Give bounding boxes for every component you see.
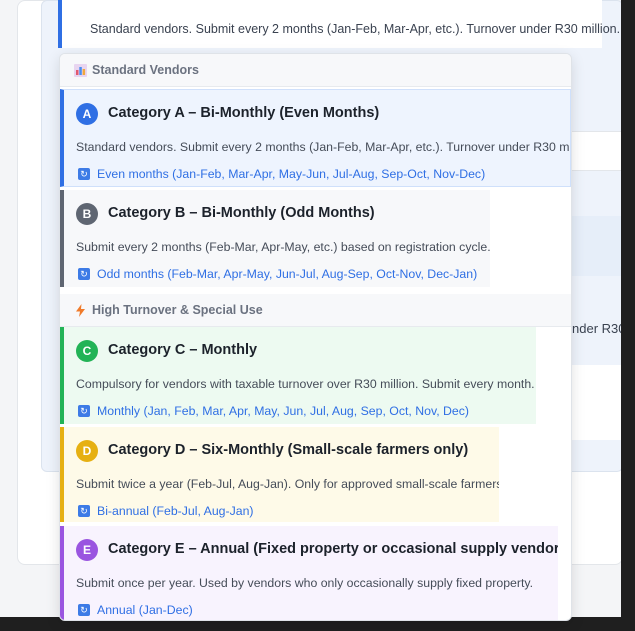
group-header-standard-vendors: Standard Vendors bbox=[60, 54, 571, 87]
category-title: Category B – Bi-Monthly (Odd Months) bbox=[108, 205, 375, 221]
category-option-b[interactable]: B Category B – Bi-Monthly (Odd Months) S… bbox=[60, 190, 490, 287]
category-option-c[interactable]: C Category C – Monthly Compulsory for ve… bbox=[60, 327, 536, 424]
lightning-icon bbox=[74, 303, 87, 317]
category-option-e[interactable]: E Category E – Annual (Fixed property or… bbox=[60, 526, 558, 620]
bar-chart-icon bbox=[74, 63, 87, 77]
category-badge: E bbox=[76, 539, 98, 561]
category-schedule: ↻ Bi-annual (Feb-Jul, Aug-Jan) bbox=[78, 504, 254, 518]
category-schedule: ↻ Odd months (Feb-Mar, Apr-May, Jun-Jul,… bbox=[78, 267, 477, 281]
group-header-label: Standard Vendors bbox=[92, 63, 199, 77]
category-description: Submit twice a year (Feb-Jul, Aug-Jan). … bbox=[76, 477, 499, 491]
selected-category-card[interactable]: Standard vendors. Submit every 2 months … bbox=[58, 0, 620, 48]
category-description: Compulsory for vendors with taxable turn… bbox=[76, 377, 535, 391]
category-option-a[interactable]: A Category A – Bi-Monthly (Even Months) … bbox=[60, 89, 571, 187]
category-description: Submit every 2 months (Feb-Mar, Apr-May,… bbox=[76, 240, 490, 254]
category-badge: D bbox=[76, 440, 98, 462]
group-header-label: High Turnover & Special Use bbox=[92, 303, 263, 317]
category-schedule-label: Annual (Jan-Dec) bbox=[97, 603, 193, 617]
category-schedule: ↻ Even months (Jan-Feb, Mar-Apr, May-Jun… bbox=[78, 167, 485, 181]
selected-category-desc: Standard vendors. Submit every 2 months … bbox=[90, 22, 621, 36]
background-text-fragment: nder R30 bbox=[572, 321, 621, 336]
category-description: Standard vendors. Submit every 2 months … bbox=[76, 140, 571, 154]
category-description: Submit once per year. Used by vendors wh… bbox=[76, 576, 534, 590]
category-schedule-label: Even months (Jan-Feb, Mar-Apr, May-Jun, … bbox=[97, 167, 486, 181]
category-badge: C bbox=[76, 340, 98, 362]
category-schedule-label: Odd months (Feb-Mar, Apr-May, Jun-Jul, A… bbox=[97, 267, 478, 281]
category-badge: B bbox=[76, 203, 98, 225]
category-title: Category A – Bi-Monthly (Even Months) bbox=[108, 105, 380, 121]
category-title: Category D – Six-Monthly (Small-scale fa… bbox=[108, 442, 469, 458]
repeat-icon: ↻ bbox=[78, 168, 90, 180]
repeat-icon: ↻ bbox=[78, 268, 90, 280]
group-header-high-turnover: High Turnover & Special Use bbox=[60, 294, 571, 327]
repeat-icon: ↻ bbox=[78, 405, 90, 417]
category-option-d[interactable]: D Category D – Six-Monthly (Small-scale … bbox=[60, 427, 499, 522]
repeat-icon: ↻ bbox=[78, 505, 90, 517]
category-dropdown[interactable]: Standard Vendors A Category A – Bi-Month… bbox=[59, 53, 572, 621]
category-schedule-label: Bi-annual (Feb-Jul, Aug-Jan) bbox=[97, 504, 254, 518]
category-badge: A bbox=[76, 103, 98, 125]
category-schedule: ↻ Annual (Jan-Dec) bbox=[78, 603, 193, 617]
category-title: Category E – Annual (Fixed property or o… bbox=[108, 541, 558, 557]
category-schedule-label: Monthly (Jan, Feb, Mar, Apr, May, Jun, J… bbox=[97, 404, 470, 418]
repeat-icon: ↻ bbox=[78, 604, 90, 616]
category-title: Category C – Monthly bbox=[108, 342, 258, 358]
category-schedule: ↻ Monthly (Jan, Feb, Mar, Apr, May, Jun,… bbox=[78, 404, 469, 418]
